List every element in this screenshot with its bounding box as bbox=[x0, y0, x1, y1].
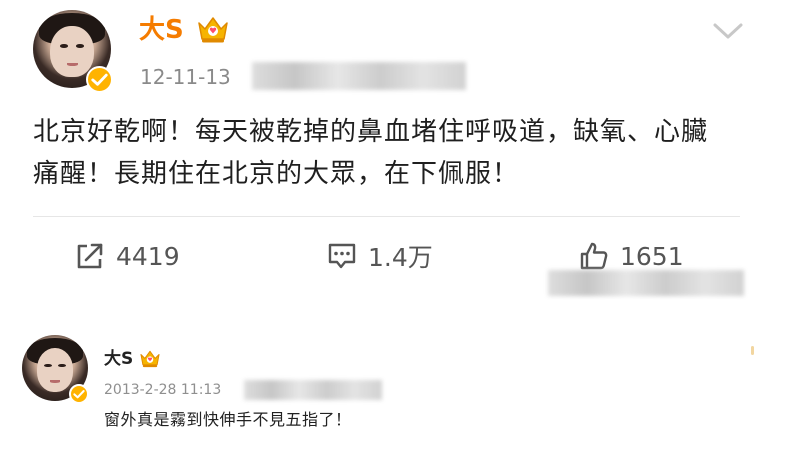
thumbs-up-icon bbox=[578, 240, 610, 272]
crown-icon bbox=[196, 15, 230, 45]
post-divider bbox=[33, 216, 740, 217]
commenter-name[interactable]: 大S bbox=[104, 347, 133, 371]
author-name[interactable]: 大S bbox=[139, 10, 184, 50]
repost-count: 4419 bbox=[116, 241, 180, 271]
comment-text: 窗外真是霧到快伸手不見五指了！ bbox=[104, 410, 352, 429]
post-text: 北京好乾啊！每天被乾掉的鼻血堵住呼吸道，缺氧、心臟痛醒！長期住在北京的大眾，在下… bbox=[33, 117, 709, 189]
chevron-down-icon[interactable] bbox=[710, 18, 746, 44]
comment-timestamp: 2013-2-28 11:13 bbox=[104, 382, 222, 398]
post-timestamp: 12-11-13 bbox=[140, 65, 231, 89]
verified-badge-icon bbox=[86, 66, 113, 93]
blurred-overlay bbox=[548, 270, 744, 296]
edge-mark bbox=[751, 346, 754, 355]
comment-button[interactable]: 1.4万 bbox=[326, 236, 433, 276]
comment-count: 1.4万 bbox=[368, 243, 433, 272]
repost-icon bbox=[74, 240, 106, 272]
like-count: 1651 bbox=[620, 241, 684, 271]
verified-badge-icon bbox=[69, 384, 89, 404]
comment-icon bbox=[326, 240, 358, 272]
weibo-post: 大S 12-11-13 北京好乾啊！每天被乾掉的鼻血堵住呼吸道，缺氧、心臟痛醒！… bbox=[0, 0, 797, 300]
blurred-source-info bbox=[252, 62, 466, 90]
blurred-source-info bbox=[244, 380, 382, 400]
section-gap bbox=[0, 300, 797, 316]
crown-icon bbox=[139, 349, 161, 369]
repost-button[interactable]: 4419 bbox=[74, 236, 180, 276]
